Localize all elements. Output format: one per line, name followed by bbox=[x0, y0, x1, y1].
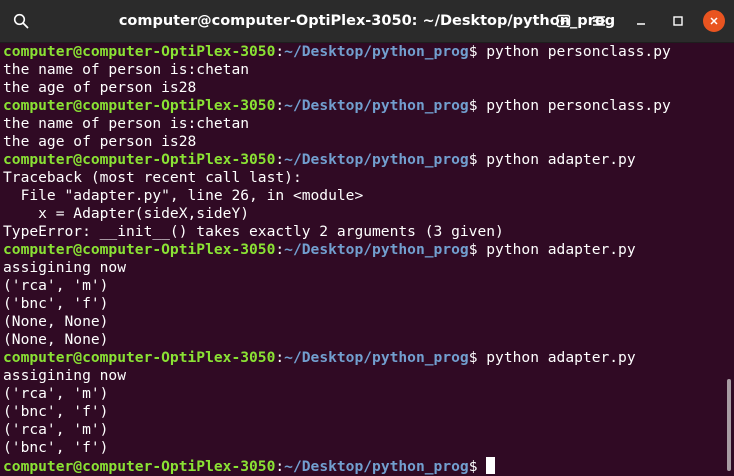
output-text: ('rca', 'm') bbox=[3, 385, 109, 402]
prompt-line: computer@computer-OptiPlex-3050:~/Deskto… bbox=[3, 241, 726, 259]
output-text: TypeError: __init__() takes exactly 2 ar… bbox=[3, 223, 504, 240]
command-text: python personclass.py bbox=[486, 43, 671, 60]
output-line: the age of person is28 bbox=[3, 79, 726, 97]
output-line: assigining now bbox=[3, 259, 726, 277]
scrollbar[interactable] bbox=[727, 379, 731, 471]
terminal-output[interactable]: computer@computer-OptiPlex-3050:~/Deskto… bbox=[0, 43, 726, 475]
output-text: assigining now bbox=[3, 259, 127, 276]
close-icon bbox=[710, 17, 718, 25]
prompt-path: ~/Desktop/python_prog bbox=[284, 97, 469, 114]
output-line: the name of person is:chetan bbox=[3, 61, 726, 79]
command-text: python adapter.py bbox=[486, 241, 636, 258]
command-text: python personclass.py bbox=[486, 97, 671, 114]
output-text: assigining now bbox=[3, 367, 127, 384]
minimize-button[interactable] bbox=[627, 7, 655, 35]
maximize-icon bbox=[673, 16, 683, 26]
prompt-line: computer@computer-OptiPlex-3050:~/Deskto… bbox=[3, 349, 726, 367]
output-line: ('bnc', 'f') bbox=[3, 403, 726, 421]
output-text: Traceback (most recent call last): bbox=[3, 169, 302, 186]
prompt-path: ~/Desktop/python_prog bbox=[284, 43, 469, 60]
command-text: python adapter.py bbox=[486, 349, 636, 366]
maximize-button[interactable] bbox=[664, 7, 692, 35]
prompt-path: ~/Desktop/python_prog bbox=[284, 458, 469, 475]
prompt-user: computer@computer-OptiPlex-3050 bbox=[3, 151, 276, 168]
prompt-symbol: $ bbox=[468, 43, 487, 60]
output-text: ('bnc', 'f') bbox=[3, 403, 109, 420]
output-text: ('rca', 'm') bbox=[3, 421, 109, 438]
window-title: computer@computer-OptiPlex-3050: ~/Deskt… bbox=[118, 13, 616, 29]
prompt-separator: : bbox=[275, 458, 285, 475]
prompt-user: computer@computer-OptiPlex-3050 bbox=[3, 241, 276, 258]
prompt-separator: : bbox=[275, 241, 285, 258]
prompt-symbol: $ bbox=[468, 151, 487, 168]
output-line: x = Adapter(sideX,sideY) bbox=[3, 205, 726, 223]
output-text: x = Adapter(sideX,sideY) bbox=[3, 205, 250, 222]
output-text: ('bnc', 'f') bbox=[3, 295, 109, 312]
output-text: the name of person is:chetan bbox=[3, 115, 250, 132]
prompt-symbol: $ bbox=[468, 241, 487, 258]
prompt-symbol: $ bbox=[468, 97, 487, 114]
output-text: (None, None) bbox=[3, 331, 109, 348]
prompt-path: ~/Desktop/python_prog bbox=[284, 241, 469, 258]
output-line: the age of person is28 bbox=[3, 133, 726, 151]
prompt-user: computer@computer-OptiPlex-3050 bbox=[3, 97, 276, 114]
close-button[interactable] bbox=[703, 10, 725, 32]
output-text: the age of person is28 bbox=[3, 79, 197, 96]
prompt-separator: : bbox=[275, 97, 285, 114]
title-bar: computer@computer-OptiPlex-3050: ~/Deskt… bbox=[0, 0, 734, 43]
prompt-separator: : bbox=[275, 43, 285, 60]
prompt-user: computer@computer-OptiPlex-3050 bbox=[3, 43, 276, 60]
text-cursor bbox=[486, 457, 496, 474]
output-line: ('bnc', 'f') bbox=[3, 439, 726, 457]
terminal-window: computer@computer-OptiPlex-3050: ~/Deskt… bbox=[0, 0, 734, 475]
prompt-line: computer@computer-OptiPlex-3050:~/Deskto… bbox=[3, 151, 726, 169]
output-line: (None, None) bbox=[3, 313, 726, 331]
output-line: the name of person is:chetan bbox=[3, 115, 726, 133]
prompt-user: computer@computer-OptiPlex-3050 bbox=[3, 458, 276, 475]
output-line: ('bnc', 'f') bbox=[3, 295, 726, 313]
minimize-icon bbox=[637, 23, 645, 25]
output-line: ('rca', 'm') bbox=[3, 385, 726, 403]
output-text: ('rca', 'm') bbox=[3, 277, 109, 294]
output-line: ('rca', 'm') bbox=[3, 277, 726, 295]
prompt-path: ~/Desktop/python_prog bbox=[284, 349, 469, 366]
new-tab-icon bbox=[556, 14, 571, 28]
output-line: assigining now bbox=[3, 367, 726, 385]
output-line: TypeError: __init__() takes exactly 2 ar… bbox=[3, 223, 726, 241]
prompt-separator: : bbox=[275, 349, 285, 366]
output-text: (None, None) bbox=[3, 313, 109, 330]
output-text: the name of person is:chetan bbox=[3, 61, 250, 78]
prompt-symbol: $ bbox=[468, 458, 487, 475]
prompt-path: ~/Desktop/python_prog bbox=[284, 151, 469, 168]
prompt-line: computer@computer-OptiPlex-3050:~/Deskto… bbox=[3, 97, 726, 115]
output-text: File "adapter.py", line 26, in <module> bbox=[3, 187, 364, 204]
prompt-user: computer@computer-OptiPlex-3050 bbox=[3, 349, 276, 366]
menu-button[interactable] bbox=[585, 7, 613, 35]
output-line: ('rca', 'm') bbox=[3, 421, 726, 439]
output-line: (None, None) bbox=[3, 331, 726, 349]
command-text: python adapter.py bbox=[486, 151, 636, 168]
output-line: File "adapter.py", line 26, in <module> bbox=[3, 187, 726, 205]
output-text: the age of person is28 bbox=[3, 133, 197, 150]
prompt-line: computer@computer-OptiPlex-3050:~/Deskto… bbox=[3, 457, 726, 475]
prompt-line: computer@computer-OptiPlex-3050:~/Deskto… bbox=[3, 43, 726, 61]
new-tab-button[interactable] bbox=[550, 7, 578, 35]
prompt-separator: : bbox=[275, 151, 285, 168]
hamburger-menu-icon bbox=[593, 16, 605, 26]
output-text: ('bnc', 'f') bbox=[3, 439, 109, 456]
output-line: Traceback (most recent call last): bbox=[3, 169, 726, 187]
prompt-symbol: $ bbox=[468, 349, 487, 366]
